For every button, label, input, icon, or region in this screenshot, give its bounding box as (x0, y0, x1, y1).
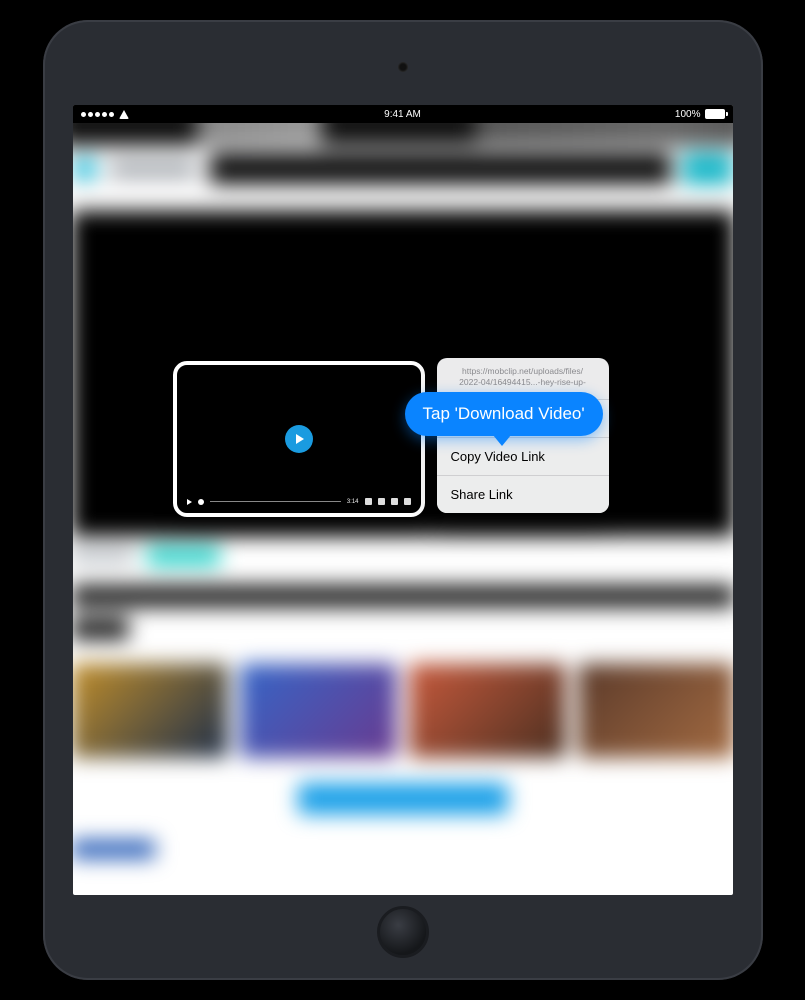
menu-item-copy-video-link[interactable]: Copy Video Link (437, 438, 609, 476)
video-time: 3:14 (347, 499, 359, 505)
battery-icon (705, 109, 725, 119)
status-left (81, 110, 129, 119)
menu-item-share-link[interactable]: Share Link (437, 476, 609, 513)
play-small-icon[interactable] (187, 499, 192, 505)
home-button[interactable] (377, 906, 429, 958)
mute-icon[interactable] (365, 498, 372, 505)
screen: 9:41 AM 100% (73, 105, 733, 895)
battery-percent: 100% (675, 109, 701, 120)
status-time: 9:41 AM (384, 109, 421, 120)
video-controls: 3:14 (187, 498, 411, 505)
status-right: 100% (675, 109, 725, 120)
instruction-overlay: 3:14 https://mobclip.net/uploads/files/ … (73, 123, 733, 895)
fullscreen-icon[interactable] (404, 498, 411, 505)
ipad-frame: 9:41 AM 100% (43, 20, 763, 980)
instruction-bubble: Tap 'Download Video' (405, 392, 603, 436)
progress-thumb[interactable] (198, 499, 204, 505)
play-icon[interactable] (285, 425, 313, 453)
share-icon[interactable] (391, 498, 398, 505)
pip-icon[interactable] (378, 498, 385, 505)
wifi-icon (119, 110, 129, 119)
camera-dot (398, 62, 408, 72)
progress-track[interactable] (210, 501, 341, 502)
video-preview[interactable]: 3:14 (173, 361, 425, 517)
status-bar: 9:41 AM 100% (73, 105, 733, 123)
signal-icon (81, 112, 114, 117)
